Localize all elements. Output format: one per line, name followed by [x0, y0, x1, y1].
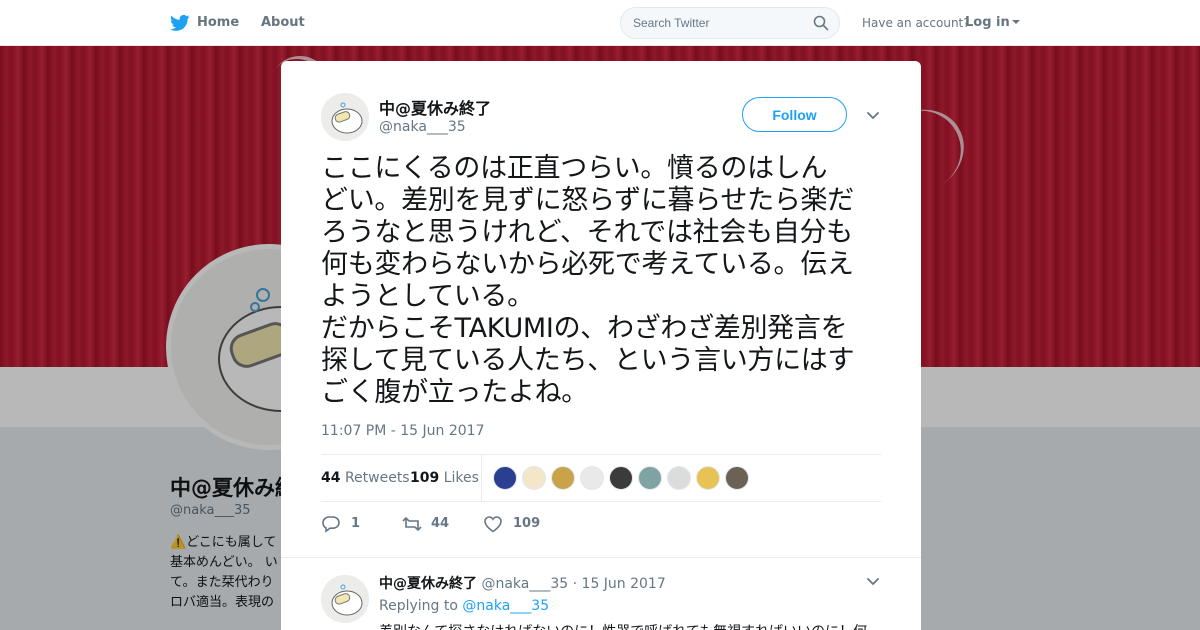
- replying-to-label: Replying to: [379, 598, 458, 614]
- search-box: [620, 7, 840, 39]
- tweet-actions: 1 44 109: [321, 513, 881, 537]
- reply-separator: ·: [572, 576, 578, 592]
- login-label[interactable]: Log in: [965, 15, 1010, 30]
- reply-date[interactable]: 15 Jun 2017: [582, 576, 666, 592]
- reply-action[interactable]: 1: [321, 513, 371, 535]
- chevron-down-icon[interactable]: [866, 577, 880, 587]
- reply-icon: [322, 516, 340, 533]
- liker-avatar[interactable]: [580, 466, 604, 490]
- retweet-action[interactable]: 44: [401, 513, 461, 535]
- liker-avatar[interactable]: [638, 466, 662, 490]
- stat-divider: [481, 455, 482, 501]
- replying-to-handle[interactable]: @naka___35: [462, 598, 549, 614]
- retweets-stat[interactable]: 44 Retweets: [321, 470, 410, 486]
- top-nav: Home About Have an account? Log in: [0, 0, 1200, 46]
- retweet-icon: [402, 516, 422, 532]
- snorkel-cat-avatar-image: [321, 575, 369, 623]
- caret-down-icon: [1011, 20, 1020, 24]
- reply-text: 差別なんて探さなければないのに！性器で呼ばれても無視すればいいのに！何: [379, 621, 879, 630]
- tweet-text-line: 何も変わらないから必死で考えている。伝え: [321, 249, 854, 280]
- tweet-text-line: 探して見ている人たち、という言い方にはす: [321, 345, 855, 376]
- retweets-count: 44: [321, 470, 341, 486]
- search-input[interactable]: [633, 8, 803, 38]
- like-count: 109: [513, 516, 541, 531]
- reply-author-avatar[interactable]: [321, 575, 369, 623]
- tweet-text-line: ろうなと思うけれど、それでは社会も自分も: [321, 217, 853, 248]
- liker-avatar[interactable]: [609, 466, 633, 490]
- follow-button[interactable]: Follow: [742, 97, 847, 132]
- tweet-text-line: ようとしている。: [321, 281, 534, 312]
- twitter-bird-icon[interactable]: [170, 13, 190, 33]
- author-handle[interactable]: @naka___35: [379, 119, 466, 135]
- search-icon[interactable]: [813, 15, 829, 31]
- reply-header: 中@夏休み終了 @naka___35 · 15 Jun 2017: [379, 573, 666, 593]
- heart-icon: [484, 516, 502, 533]
- liker-avatar[interactable]: [667, 466, 691, 490]
- reply-author-handle[interactable]: @naka___35: [481, 576, 568, 592]
- tweet-stats: 44 Retweets 109 Likes: [321, 454, 881, 502]
- tweet-text-line: どい。差別を見ずに怒らずに暮らせたら楽だ: [321, 185, 854, 216]
- author-name[interactable]: 中@夏休み終了: [379, 95, 491, 119]
- likes-label: Likes: [443, 470, 479, 486]
- tweet-text-line: ごく腹が立ったよね。: [321, 377, 588, 408]
- have-account-text: Have an account?: [862, 16, 970, 30]
- tweet-text-line: だからこそTAKUMIの、わざわざ差別発言を: [321, 313, 848, 344]
- tweet-timestamp[interactable]: 11:07 PM - 15 Jun 2017: [321, 423, 485, 439]
- liker-avatar[interactable]: [696, 466, 720, 490]
- author-avatar[interactable]: [321, 93, 369, 141]
- tweet-text: ここにくるのは正直つらい。憤るのはしん どい。差別を見ずに怒らずに暮らせたら楽だ…: [321, 153, 886, 409]
- reply-count: 1: [351, 516, 361, 531]
- liker-avatar[interactable]: [493, 466, 517, 490]
- likes-count: 109: [410, 470, 440, 486]
- tweet-text-line: ここにくるのは正直つらい。憤るのはしん: [321, 153, 828, 184]
- retweets-label: Retweets: [344, 470, 410, 486]
- login-dropdown[interactable]: Log in: [965, 15, 1020, 30]
- retweet-count: 44: [431, 516, 450, 531]
- close-icon[interactable]: [1156, 14, 1176, 34]
- chevron-down-icon[interactable]: [866, 111, 880, 121]
- liker-avatar[interactable]: [522, 466, 546, 490]
- liker-avatar[interactable]: [725, 466, 749, 490]
- tweet-modal: 中@夏休み終了 @naka___35 Follow ここにくるのは正直つらい。憤…: [281, 61, 921, 630]
- likes-stat[interactable]: 109 Likes: [410, 470, 479, 486]
- liker-avatar[interactable]: [551, 466, 575, 490]
- replying-to: Replying to @naka___35: [379, 598, 549, 614]
- nav-about-link[interactable]: About: [261, 15, 305, 30]
- like-action[interactable]: 109: [483, 513, 553, 535]
- reply-author-name[interactable]: 中@夏休み終了: [379, 576, 477, 592]
- nav-home-link[interactable]: Home: [197, 15, 239, 30]
- snorkel-cat-avatar-image: [321, 93, 369, 141]
- divider: [281, 557, 921, 558]
